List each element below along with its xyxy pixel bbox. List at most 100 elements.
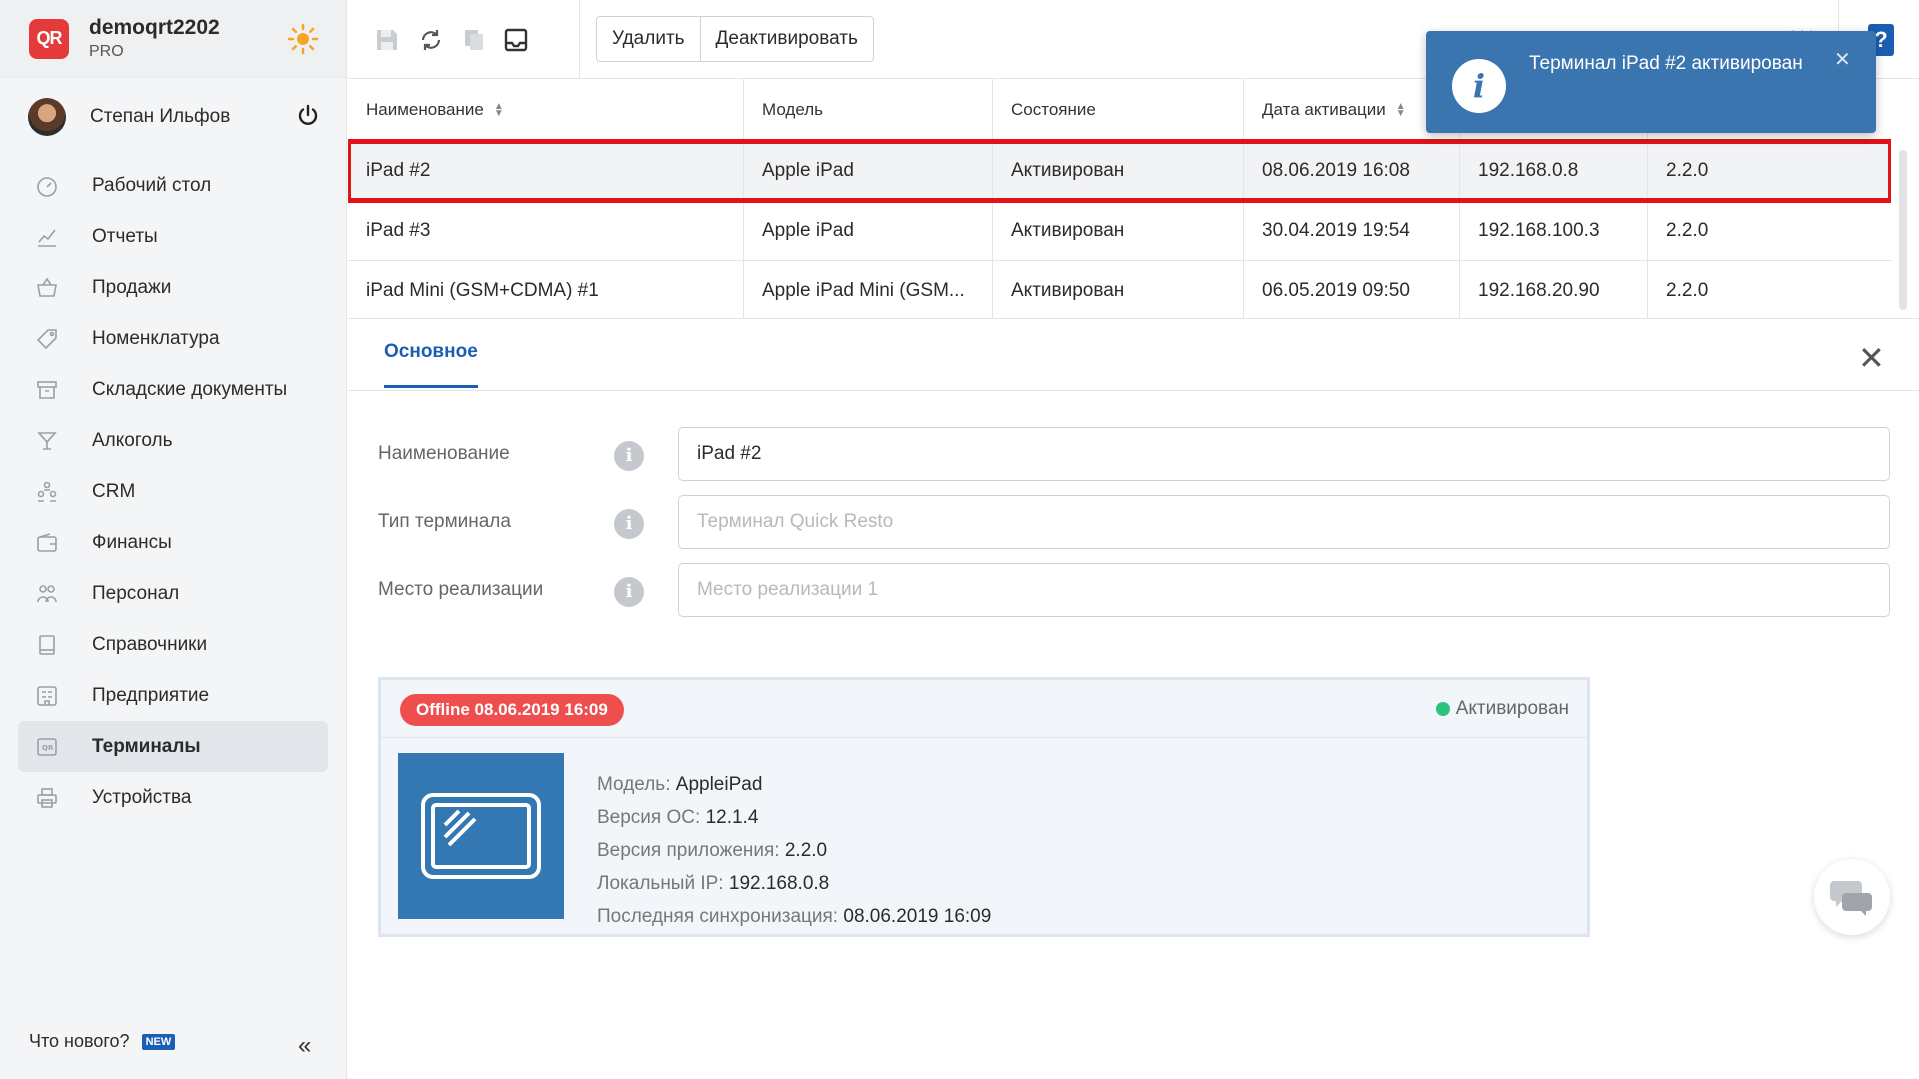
cell-ip: 192.168.100.3 — [1460, 201, 1648, 260]
device-card-header: Offline 08.06.2019 16:09 Активирован — [381, 680, 1587, 738]
nav-item-crm[interactable]: CRM — [18, 466, 328, 517]
nav-label: Алкоголь — [92, 429, 173, 451]
action-button-group: Удалить Деактивировать — [596, 16, 874, 62]
nav-item-references[interactable]: Справочники — [18, 619, 328, 670]
sidebar: QR demoqrt2202 PRO Степан Ильфов Рабочий… — [0, 0, 347, 1079]
info-icon[interactable]: i — [614, 509, 644, 539]
collapse-sidebar-icon[interactable]: « — [298, 1032, 311, 1060]
inbox-icon[interactable] — [503, 27, 529, 53]
table-row[interactable]: iPad #3 Apple iPad Активирован 30.04.201… — [348, 201, 1891, 261]
cell-state: Активирован — [993, 261, 1244, 318]
copy-icon[interactable] — [461, 27, 487, 53]
nav-label: Продажи — [92, 276, 172, 298]
cell-model: Apple iPad Mini (GSM... — [744, 261, 993, 318]
refresh-icon[interactable] — [418, 27, 444, 53]
field-row-name: Наименование i — [348, 427, 1919, 483]
cocktail-icon — [34, 428, 60, 454]
field-label: Место реализации — [378, 579, 544, 600]
account-name: demoqrt2202 — [89, 16, 220, 39]
notification-toast: i Терминал iPad #2 активирован ✕ — [1426, 31, 1876, 133]
tag-icon — [34, 326, 60, 352]
avatar — [28, 98, 66, 136]
info-icon[interactable]: i — [614, 441, 644, 471]
cell-state: Активирован — [993, 201, 1244, 260]
user-profile[interactable]: Степан Ильфов — [0, 78, 346, 156]
detail-tabs: Основное ✕ — [348, 319, 1919, 391]
nav-item-dashboard[interactable]: Рабочий стол — [18, 160, 328, 211]
deactivate-button[interactable]: Деактивировать — [699, 17, 873, 61]
sort-icon: ▲ ▼ — [493, 100, 504, 119]
qr-logo: QR — [29, 18, 69, 59]
new-badge: NEW — [141, 1033, 176, 1050]
nav-item-warehouse-docs[interactable]: Складские документы — [18, 364, 328, 415]
power-icon[interactable] — [296, 104, 320, 128]
table-scrollbar[interactable] — [1899, 150, 1907, 310]
save-icon[interactable] — [374, 27, 400, 53]
whats-new-link[interactable]: Что нового? NEW — [29, 1031, 176, 1052]
cell-version: 2.2.0 — [1666, 159, 1709, 181]
wallet-icon — [34, 530, 60, 556]
user-name: Степан Ильфов — [90, 106, 231, 127]
nav-item-finance[interactable]: Финансы — [18, 517, 328, 568]
brand-header[interactable]: QR demoqrt2202 PRO — [0, 0, 346, 78]
cell-model: Apple iPad — [744, 201, 993, 260]
building-icon — [34, 683, 60, 709]
archive-icon — [34, 377, 60, 403]
nav-label: Терминалы — [92, 735, 201, 757]
name-input[interactable] — [678, 427, 1890, 481]
spec-app-version: Версия приложения: 2.2.0 — [597, 840, 828, 861]
info-icon[interactable]: i — [614, 577, 644, 607]
nav-label: Устройства — [92, 786, 192, 808]
cell-activation-date: 30.04.2019 19:54 — [1244, 201, 1460, 260]
dashboard-icon — [34, 173, 60, 199]
cell-activation-date: 08.06.2019 16:08 — [1244, 141, 1460, 200]
chart-icon — [34, 224, 60, 250]
sale-place-input[interactable] — [678, 563, 1890, 617]
close-icon[interactable]: ✕ — [1858, 339, 1885, 377]
tab-main[interactable]: Основное — [384, 341, 478, 388]
nav-item-enterprise[interactable]: Предприятие — [18, 670, 328, 721]
spec-local-ip: Локальный IP: 192.168.0.8 — [597, 873, 830, 894]
column-header-state[interactable]: Состояние — [993, 79, 1244, 140]
nav-item-staff[interactable]: Персонал — [18, 568, 328, 619]
cell-state: Активирован — [993, 141, 1244, 200]
chat-icon — [1830, 881, 1872, 916]
field-label: Тип терминала — [378, 511, 511, 532]
cell-version: 2.2.0 — [1666, 219, 1709, 241]
nav-item-reports[interactable]: Отчеты — [18, 211, 328, 262]
spec-os-version: Версия ОС: 12.1.4 — [597, 807, 759, 828]
nav-item-alcohol[interactable]: Алкоголь — [18, 415, 328, 466]
column-header-model[interactable]: Модель — [744, 79, 993, 140]
nav-item-sales[interactable]: Продажи — [18, 262, 328, 313]
main-nav: Рабочий стол Отчеты Продажи Номенклатура… — [0, 156, 346, 823]
nav-label: CRM — [92, 480, 136, 502]
terminal-detail-panel: Основное ✕ Наименование i Тип терминала … — [348, 318, 1919, 1079]
people-icon — [34, 479, 60, 505]
cell-name: iPad #2 — [348, 141, 744, 200]
delete-button[interactable]: Удалить — [597, 17, 700, 61]
nav-label: Справочники — [92, 633, 208, 655]
sun-icon[interactable] — [287, 23, 319, 55]
info-icon: i — [1452, 59, 1506, 113]
staff-icon — [34, 581, 60, 607]
book-icon — [34, 632, 60, 658]
nav-item-terminals[interactable]: QR Терминалы — [18, 721, 328, 772]
table-row[interactable]: iPad #2 Apple iPad Активирован 08.06.201… — [348, 139, 1891, 203]
close-icon[interactable]: ✕ — [1834, 47, 1851, 72]
nav-item-nomenclature[interactable]: Номенклатура — [18, 313, 328, 364]
column-header-name[interactable]: Наименование ▲ ▼ — [348, 79, 744, 140]
spec-last-sync: Последняя синхронизация: 08.06.2019 16:0… — [597, 906, 992, 927]
status-badge: Активирован — [1435, 698, 1569, 720]
chat-button[interactable] — [1814, 859, 1890, 935]
terminal-type-input[interactable] — [678, 495, 1890, 549]
toolbar-divider — [579, 0, 580, 79]
whats-new-label: Что нового? — [29, 1031, 130, 1051]
toast-message: Терминал iPad #2 активирован — [1529, 53, 1803, 74]
field-label: Наименование — [378, 443, 510, 464]
svg-text:QR: QR — [42, 744, 54, 752]
nav-item-devices[interactable]: Устройства — [18, 772, 328, 823]
nav-label: Персонал — [92, 582, 180, 604]
table-row[interactable]: iPad Mini (GSM+CDMA) #1 Apple iPad Mini … — [348, 261, 1891, 318]
cell-name: iPad Mini (GSM+CDMA) #1 — [348, 261, 744, 318]
nav-label: Номенклатура — [92, 327, 220, 349]
